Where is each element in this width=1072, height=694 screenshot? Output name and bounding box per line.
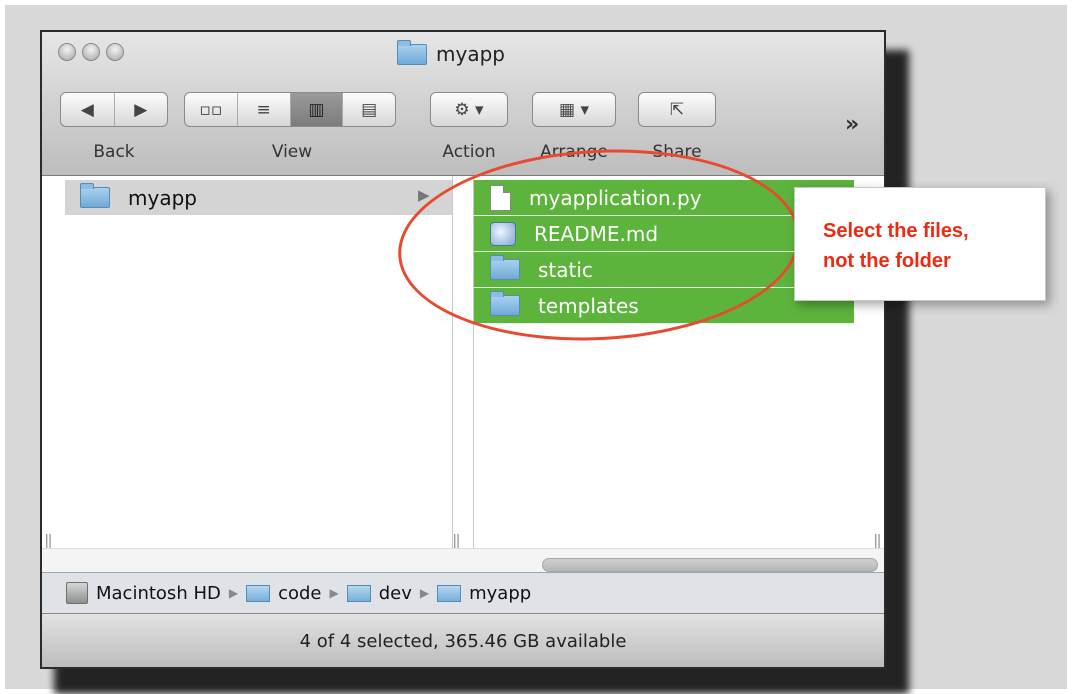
folder-icon	[246, 584, 271, 602]
back-button[interactable]: ◀	[61, 93, 115, 126]
arrange-button[interactable]: ▦ ▾	[532, 92, 616, 127]
path-item-disk[interactable]: Macintosh HD	[66, 582, 221, 604]
toolbar-overflow-icon[interactable]: »	[845, 112, 859, 137]
folder-icon	[397, 39, 427, 65]
status-bar: 4 of 4 selected, 365.46 GB available	[42, 613, 884, 667]
path-separator-icon: ▶	[228, 586, 239, 600]
column-left: myapp ▶ || ||	[42, 176, 461, 550]
folder-icon	[437, 584, 462, 602]
back-forward-control: ◀ ▶	[60, 92, 168, 127]
icon-view-icon: ▫▫	[199, 99, 223, 120]
list-view-icon: ≡	[256, 99, 271, 120]
column-view-button[interactable]: ▥	[290, 93, 344, 126]
path-separator-icon: ▶	[329, 586, 339, 600]
coverflow-view-icon: ▤	[361, 99, 378, 120]
scrollbar-thumb[interactable]	[542, 558, 878, 572]
action-label: Action	[442, 142, 496, 162]
annotation-line-1: Select the files,	[823, 220, 969, 242]
forward-arrow-icon: ▶	[134, 99, 148, 120]
arrange-icon: ▦ ▾	[559, 99, 589, 120]
window-title: myapp	[397, 39, 505, 66]
list-item-label: myapp	[128, 185, 197, 210]
coverflow-view-button[interactable]: ▤	[343, 93, 395, 126]
path-item-dev[interactable]: dev	[346, 582, 412, 604]
folder-icon	[346, 584, 371, 602]
action-button[interactable]: ⚙ ▾	[430, 92, 508, 127]
path-bar: Macintosh HD ▶ code ▶ dev ▶ myapp	[42, 572, 884, 613]
annotation-callout: Select the files, not the folder	[794, 187, 1046, 301]
status-text: 4 of 4 selected, 365.46 GB available	[299, 630, 627, 652]
annotation-line-2: not the folder	[823, 250, 951, 272]
window-title-text: myapp	[436, 42, 505, 66]
path-item-code[interactable]: code	[246, 582, 322, 604]
path-item-label: Macintosh HD	[96, 582, 221, 604]
folder-icon	[80, 183, 110, 208]
toolbar: myapp ◀ ▶ Back ▫▫ ≡ ▥ ▤ View ⚙ ▾ Action …	[42, 32, 884, 176]
list-item-myapp[interactable]: myapp	[65, 180, 452, 215]
minimize-window-button[interactable]	[82, 43, 100, 61]
share-button[interactable]: ⇱	[638, 92, 716, 127]
path-item-label: myapp	[469, 582, 532, 604]
view-label: View	[271, 142, 313, 162]
forward-button[interactable]: ▶	[115, 93, 168, 126]
hard-drive-icon	[66, 582, 88, 604]
back-arrow-icon: ◀	[80, 99, 94, 120]
zoom-window-button[interactable]	[106, 43, 124, 61]
view-control: ▫▫ ≡ ▥ ▤	[184, 92, 396, 127]
gear-icon: ⚙ ▾	[454, 99, 484, 120]
path-separator-icon: ▶	[419, 586, 430, 600]
path-item-label: code	[278, 582, 322, 604]
list-view-button[interactable]: ≡	[238, 93, 291, 126]
finder-window: myapp ◀ ▶ Back ▫▫ ≡ ▥ ▤ View ⚙ ▾ Action …	[40, 30, 886, 669]
back-label: Back	[93, 142, 135, 162]
path-item-myapp[interactable]: myapp	[437, 583, 531, 604]
column-view-icon: ▥	[308, 99, 325, 120]
path-item-label: dev	[378, 582, 412, 604]
annotation-text: Select the files, not the folder	[823, 216, 969, 276]
share-icon: ⇱	[669, 99, 685, 120]
icon-view-button[interactable]: ▫▫	[185, 93, 238, 126]
close-window-button[interactable]	[58, 43, 76, 61]
